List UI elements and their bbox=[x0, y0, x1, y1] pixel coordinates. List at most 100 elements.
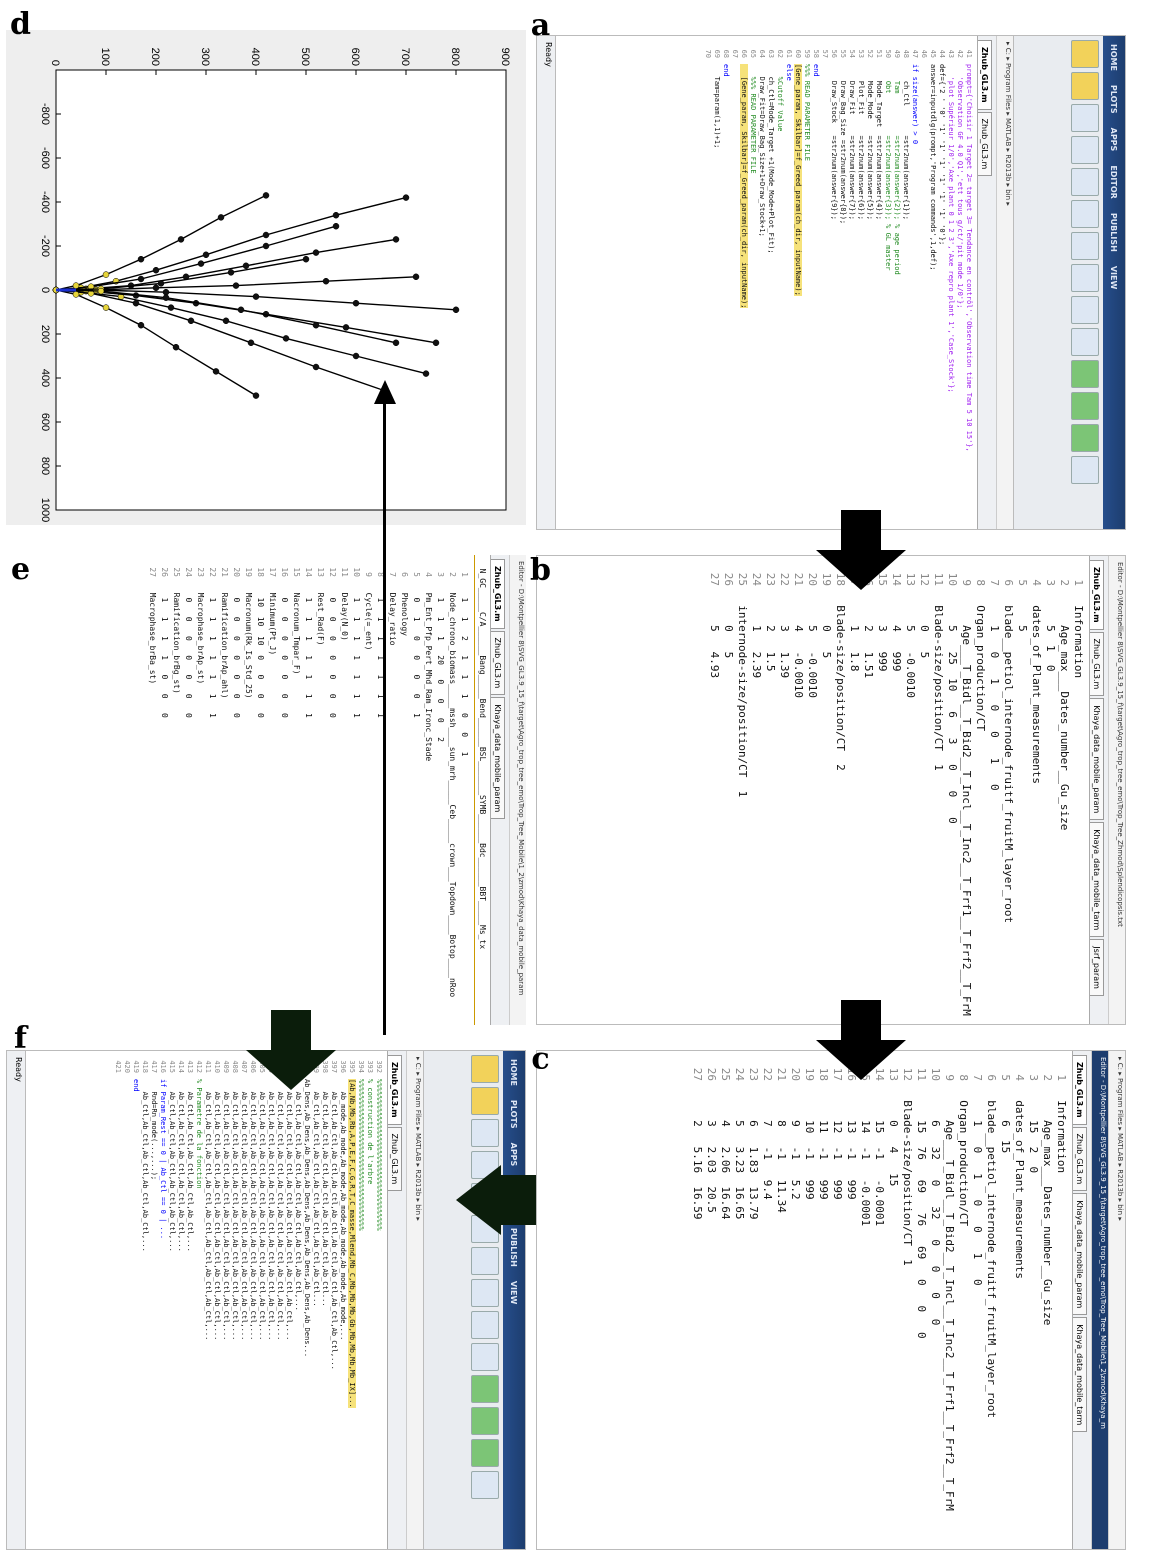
code-line[interactable]: 15 14 -1 -0.0001 bbox=[858, 1055, 872, 1549]
code-line[interactable]: 19 10 -1 999 bbox=[802, 1055, 816, 1549]
code-line[interactable]: 14 4 999 bbox=[889, 560, 903, 1024]
editor-tab[interactable]: Jsrf_param bbox=[1090, 939, 1104, 996]
address-bar[interactable]: ▸ C: ▸ Program Files ▸ MATLAB ▸ R2013b ▸… bbox=[406, 1051, 423, 1549]
ribbon-tab-apps[interactable]: APPS bbox=[510, 1143, 519, 1167]
run-icon[interactable] bbox=[471, 1375, 499, 1403]
code-line[interactable]: 392%%%%%%%%%%%%%%%%%%%%%%%%%%%%%%%%%%%% bbox=[374, 1055, 383, 1549]
code-line[interactable]: 61 else bbox=[784, 40, 793, 529]
editor-tab[interactable]: Zhub_GL3.m bbox=[1090, 560, 1104, 630]
code-line[interactable]: 406 Ab_Ctl,Ab_Ctl,Ab_Ctl,Ab_Ctl,Ab_Ctl,A… bbox=[248, 1055, 257, 1549]
address-bar[interactable]: ▸ C: ▸ Program Files ▸ MATLAB ▸ R2013b ▸… bbox=[996, 36, 1013, 529]
code-line[interactable]: 11 15 76 69 76 69 0 0 0 bbox=[914, 1055, 928, 1549]
save-icon[interactable] bbox=[471, 1119, 499, 1147]
editor-tab[interactable]: Zhub_GL3.m bbox=[1073, 1126, 1087, 1192]
code-line[interactable]: 57 bbox=[820, 40, 829, 529]
indent-icon[interactable] bbox=[471, 1311, 499, 1339]
new-file-icon[interactable] bbox=[471, 1055, 499, 1083]
code-line[interactable]: 25 internode-size/position/CT 1 bbox=[735, 560, 749, 1024]
code-line[interactable]: 47 if size(answer) > 0 bbox=[910, 40, 919, 529]
code-line[interactable]: 395 [Ab,Nb,Mb,Rb,A,P,E,F,C,G,R,T,C_masse,… bbox=[347, 1055, 356, 1549]
find-files-icon[interactable] bbox=[1071, 136, 1099, 164]
code-line[interactable]: 3 1 1 1 20 0 0 0 2 bbox=[434, 559, 446, 1025]
code-line[interactable]: 400Ab_Dens,Ab_Dens,Ab_Dens,Ab_Dens,Ab_De… bbox=[302, 1055, 311, 1549]
code-line[interactable]: 59 %%% READ PARAMETER FILE bbox=[802, 40, 811, 529]
editor-tab[interactable]: Khaya_data_mobile_param bbox=[1090, 698, 1104, 821]
code-line[interactable]: 24 5 3.23 16.65 bbox=[732, 1055, 746, 1549]
code-line[interactable]: 410 Ab_Ctl,Ab_Ctl,Ab_Ctl,Ab_Ctl,Ab_Ctl,A… bbox=[212, 1055, 221, 1549]
print-icon[interactable] bbox=[1071, 200, 1099, 228]
editor-tab[interactable]: Khaya_data_mobile_param bbox=[491, 697, 505, 820]
code-line[interactable]: 54 Draw_Fit =str2num(answer{7}); bbox=[847, 40, 856, 529]
code-line[interactable]: 66 [Gene_param, Skilbar]=f_Greed_param(c… bbox=[739, 40, 748, 529]
code-line[interactable]: 52 Mode_Mode =str2num(answer{5}); bbox=[865, 40, 874, 529]
code-line[interactable]: 44 def={'2 ' '0' '1' '1' '1' '1' '1' '1' … bbox=[937, 40, 946, 529]
code-line[interactable]: 405 Ab_Ctl,Ab_Ctl,Ab_Ctl,Ab_Ctl,Ab_Ctl,A… bbox=[257, 1055, 266, 1549]
code-line[interactable]: 20 9 -1 5.2 bbox=[788, 1055, 802, 1549]
ribbon-tab-view[interactable]: VIEW bbox=[1110, 266, 1119, 289]
code-line[interactable]: 24 0 0 0 0 0 0 0 bbox=[182, 559, 194, 1025]
code-line[interactable]: 408 Ab_Ctl,Ab_Ctl,Ab_Ctl,Ab_Ctl,Ab_Ctl,A… bbox=[230, 1055, 239, 1549]
code-line[interactable]: 15 3 999 bbox=[875, 560, 889, 1024]
code-line[interactable]: 421 bbox=[113, 1055, 122, 1549]
code-line[interactable]: 4 dates_of_Plant_measurements bbox=[1012, 1055, 1026, 1549]
code-line[interactable]: 21 4 -0.0010 bbox=[791, 560, 805, 1024]
ribbon-tab-editor[interactable]: EDITOR bbox=[1110, 165, 1119, 199]
editor-tab[interactable]: Zhub_GL3.m bbox=[978, 40, 992, 110]
code-line[interactable]: 413 Ab_Ctl,Ab_Ctl,Ab_Ctl,Ab_Ctl,Ab_Ctl,.… bbox=[185, 1055, 194, 1549]
code-line[interactable]: 4 dates_of_Plant_measurements bbox=[1029, 560, 1043, 1024]
code-line[interactable]: 17 12 -1 999 bbox=[830, 1055, 844, 1549]
run-and-advance-icon[interactable] bbox=[471, 1407, 499, 1435]
code-line[interactable]: 50 Obt =str2num(answer{3}); % GL master bbox=[883, 40, 892, 529]
code-line[interactable]: 27 2 5.16 16.59 bbox=[690, 1055, 704, 1549]
code-line[interactable]: 25 Ramification_brBg_st) bbox=[170, 559, 182, 1025]
code-line[interactable]: 13 5 -0.0010 bbox=[903, 560, 917, 1024]
code-line[interactable]: 20 0 0 0 0 0 0 0 bbox=[230, 559, 242, 1025]
code-line[interactable]: 13 Rest_Rad(F) bbox=[314, 559, 326, 1025]
code-line[interactable]: 5 6 15 bbox=[998, 1055, 1012, 1549]
ribbon-tab-plots[interactable]: PLOTS bbox=[1110, 85, 1119, 114]
code-area[interactable]: 41 prompt={'Choisir 1 Target 2= target 3=… bbox=[703, 36, 977, 529]
insert-icon[interactable] bbox=[1071, 232, 1099, 260]
code-line[interactable]: 22 1 1 1 1 1 1 1 bbox=[206, 559, 218, 1025]
code-line[interactable]: 4 Pm_Ent_Pfp_Pert_Mhd_Ram_Ironc_Stade bbox=[422, 559, 434, 1025]
ribbon-tab-home[interactable]: HOME bbox=[1110, 44, 1119, 71]
code-line[interactable]: 49 Tam =str2num(answer{2}); % age period bbox=[892, 40, 901, 529]
code-line[interactable]: 9 Age___T_Bidl__T_Bid2__T_Incl__T_Inc2__… bbox=[942, 1055, 956, 1549]
code-line[interactable]: 19 0 5 bbox=[819, 560, 833, 1024]
code-line[interactable]: 6 blade__petiol_internode_fruitf_fruitM_… bbox=[984, 1055, 998, 1549]
code-line[interactable]: 2 Age_max___Dates_number__Gu_size bbox=[1057, 560, 1071, 1024]
code-line[interactable]: 23 Macrophase_brAp_st) bbox=[194, 559, 206, 1025]
code-area[interactable]: 1 1 1 2 1 1 1 0 0 12 Node_chrono_biomass… bbox=[146, 555, 474, 1025]
code-line[interactable]: 397 Ab_Ctl,Ab_Ctl,Ab_Ctl,Ab_Ctl,Ab_Ctl,A… bbox=[329, 1055, 338, 1549]
code-line[interactable]: 417 Rnd=Rn_mode(...,...); bbox=[149, 1055, 158, 1549]
code-line[interactable]: 396 Ab_mode,Ab_mode,Ab_mode,Ab_mode,Ab_m… bbox=[338, 1055, 347, 1549]
code-line[interactable]: 419 end bbox=[131, 1055, 140, 1549]
run-and-advance-icon[interactable] bbox=[1071, 392, 1099, 420]
code-line[interactable]: 8 Organ_production/CT bbox=[973, 560, 987, 1024]
code-line[interactable]: 70 bbox=[703, 40, 712, 529]
code-line[interactable]: 415 Ab_Ctl,Ab_Ctl,Ab_Ctl,Ab_Ctl,Ab_Ctl,.… bbox=[167, 1055, 176, 1549]
ribbon-tab-apps[interactable]: APPS bbox=[1110, 128, 1119, 152]
code-line[interactable]: 26 1 1 1 1 0 0 0 bbox=[158, 559, 170, 1025]
editor-tab[interactable]: Zhub_GL3.m bbox=[491, 630, 505, 696]
code-line[interactable]: 412 % Parametre de la fonction bbox=[194, 1055, 203, 1549]
code-area[interactable]: 1 Information 2 Age_max___Dates_number__G… bbox=[707, 556, 1089, 1024]
code-line[interactable]: 56 Draw_Stock =str2num(answer{9}); bbox=[829, 40, 838, 529]
code-line[interactable]: 18 Blade-size/position/CT 2 bbox=[833, 560, 847, 1024]
code-line[interactable]: 418 Ab_Ctl,Ab_Ctl,Ab_Ctl,Ab_Ctl,Ab_Ctl,.… bbox=[140, 1055, 149, 1549]
editor-tab[interactable]: Zhub_GL3.m bbox=[1073, 1055, 1087, 1125]
code-line[interactable]: 48 ch_Ctl =str2num(answer{1}); bbox=[901, 40, 910, 529]
code-line[interactable]: 65 %%% READ PARAMETER FILE bbox=[748, 40, 757, 529]
run-and-time-icon[interactable] bbox=[471, 1471, 499, 1499]
code-area[interactable]: 1 Information 2 Age_max___Dates_number__G… bbox=[690, 1051, 1072, 1549]
code-line[interactable]: 7 1 0 1 0 0 1 0 bbox=[970, 1055, 984, 1549]
code-line[interactable]: 12 0 5 bbox=[917, 560, 931, 1024]
code-line[interactable]: 62 %Cutoff Value bbox=[775, 40, 784, 529]
code-line[interactable]: 8 Organ_production/CT bbox=[956, 1055, 970, 1549]
code-line[interactable]: 404 Ab_Ctl,Ab_Ctl,Ab_Ctl,Ab_Ctl,Ab_Ctl,A… bbox=[266, 1055, 275, 1549]
breakpoints-icon[interactable] bbox=[471, 1343, 499, 1371]
code-line[interactable]: 414 Ab_Ctl,Ab_Ctl,Ab_Ctl,Ab_Ctl,Ab_Ctl,.… bbox=[176, 1055, 185, 1549]
editor-tab[interactable]: Zhub_GL3.m bbox=[491, 559, 505, 629]
run-and-time-icon[interactable] bbox=[1071, 456, 1099, 484]
code-line[interactable]: 12 0 0 0 0 0 0 0 bbox=[326, 559, 338, 1025]
